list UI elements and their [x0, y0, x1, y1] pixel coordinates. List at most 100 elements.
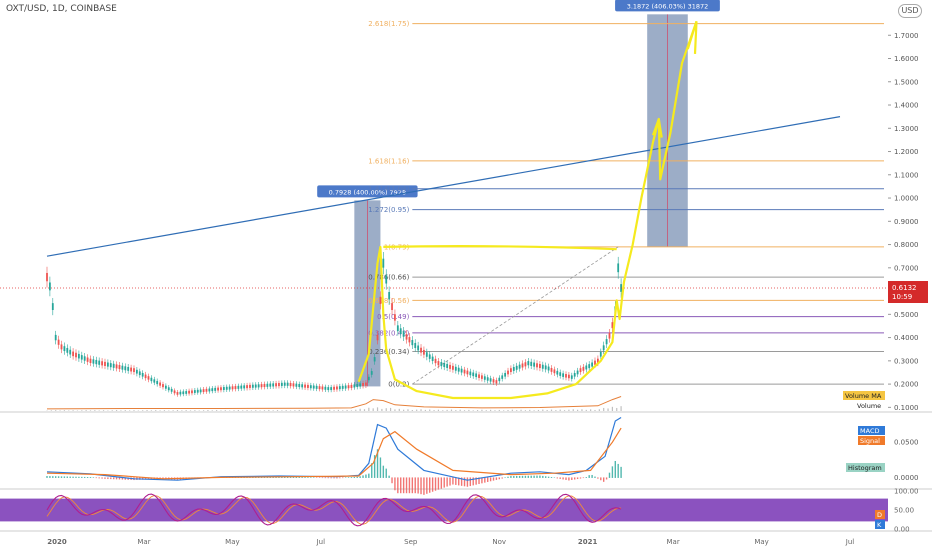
- candle-body: [318, 386, 321, 390]
- macd-histogram-bar: [559, 477, 561, 479]
- candle-body: [452, 365, 454, 370]
- macd-histogram-bar: [576, 477, 579, 480]
- volume-bar: [559, 409, 561, 411]
- volume-bar: [59, 410, 61, 411]
- candle-body: [251, 384, 254, 388]
- candle-body: [185, 391, 188, 394]
- macd-histogram-bar: [582, 477, 585, 479]
- macd-axis-tick: 0.0500: [894, 439, 919, 447]
- current-price-label: 0.6132: [892, 284, 917, 292]
- macd-histogram-bar: [429, 477, 431, 493]
- volume-bar: [416, 409, 418, 411]
- macd-histogram-bar: [510, 476, 512, 478]
- candle-body: [292, 383, 295, 387]
- volume-bar: [485, 410, 487, 411]
- macd-histogram-bar: [89, 477, 92, 478]
- volume-bar: [216, 410, 218, 411]
- price-axis-tick: 0.2000: [894, 381, 919, 389]
- candle-body: [338, 386, 341, 390]
- macd-histogram-bar: [330, 477, 332, 479]
- candle-body: [249, 384, 251, 388]
- candle-body: [231, 386, 234, 390]
- volume-bar: [446, 409, 448, 411]
- volume-bar: [616, 407, 618, 411]
- volume-bar: [124, 410, 126, 411]
- candle-body: [573, 372, 576, 377]
- candle-body: [507, 370, 509, 375]
- candle-body: [144, 374, 147, 379]
- macd-histogram-bar: [536, 475, 538, 478]
- volume-bar: [563, 410, 566, 411]
- currency-button[interactable]: USD: [898, 4, 922, 18]
- candle-body: [225, 386, 228, 390]
- macd-histogram-bar: [81, 476, 83, 478]
- macd-histogram-bar: [339, 477, 341, 479]
- macd-histogram-bar: [379, 457, 382, 478]
- volume-bar: [450, 409, 453, 411]
- macd-histogram-bar: [443, 477, 445, 488]
- candle-body: [434, 358, 437, 364]
- candle-body: [469, 371, 472, 376]
- volume-bar: [220, 410, 222, 411]
- candle-body: [399, 328, 402, 334]
- candle-body: [617, 263, 620, 273]
- candle-body: [533, 362, 536, 367]
- candle-body: [124, 366, 127, 371]
- volume-bar: [111, 410, 113, 411]
- volume-bar: [98, 410, 100, 411]
- volume-bar: [572, 409, 574, 411]
- candle-body: [486, 377, 489, 381]
- candle-body: [327, 387, 330, 391]
- volume-bar: [542, 409, 544, 411]
- macd-histogram-bar: [452, 477, 454, 485]
- candle-body: [214, 387, 217, 391]
- macd-histogram-bar: [75, 476, 77, 478]
- candle-body: [95, 359, 98, 365]
- candle-body: [89, 358, 92, 363]
- fib-level-label: 1.272(0.95): [368, 206, 409, 214]
- volume-bar: [329, 409, 331, 411]
- candle-body: [266, 383, 269, 387]
- volume-bar: [389, 407, 392, 411]
- candle-body: [298, 383, 301, 388]
- macd-histogram-bar: [321, 477, 324, 479]
- price-chart[interactable]: 1.7000 1.6000 1.5000 1.4000 1.3000 1.2000 1.10…: [0, 0, 932, 550]
- volume-bar: [433, 410, 435, 411]
- volume-bar: [115, 410, 118, 411]
- macd-histogram-bar: [550, 477, 553, 478]
- candle-body: [478, 374, 480, 378]
- candle-body: [414, 342, 417, 348]
- volume-bar: [194, 410, 196, 411]
- macd-histogram-bar: [594, 476, 596, 478]
- macd-histogram-bar: [420, 477, 422, 495]
- candle-body: [150, 377, 153, 382]
- candle-body: [193, 390, 196, 393]
- candle-body: [504, 372, 507, 377]
- candle-body: [243, 385, 246, 389]
- fib-levels: 2.618(1.75) 1.618(1.16) 1.414(1.04) 1.272(0…: [368, 20, 884, 389]
- volume-bar: [620, 406, 622, 411]
- candle-body: [405, 334, 408, 340]
- candle-body: [301, 384, 304, 388]
- candle-body: [550, 367, 553, 372]
- macd-histogram-bar: [527, 475, 530, 478]
- macd-histogram-bar: [336, 477, 338, 479]
- volume-bar: [176, 410, 179, 411]
- candle-body: [83, 356, 86, 361]
- candle-body: [257, 384, 260, 388]
- candle-body: [408, 337, 411, 343]
- candle-body: [130, 367, 132, 372]
- volume-bar: [276, 410, 279, 411]
- volume-bar: [524, 410, 527, 411]
- candle-body: [524, 362, 527, 367]
- volume-bar: [363, 409, 366, 411]
- macd-histogram-bar: [565, 477, 567, 480]
- macd-line: [46, 416, 622, 481]
- candle-body: [254, 384, 257, 388]
- rsi-panel: 100.00 50.00 0.00: [0, 488, 919, 534]
- volume-bar: [376, 407, 379, 411]
- volume-bar: [207, 410, 209, 411]
- macd-histogram-bar: [602, 477, 605, 482]
- macd-histogram-bar: [620, 466, 622, 478]
- macd-histogram-bar: [362, 475, 364, 478]
